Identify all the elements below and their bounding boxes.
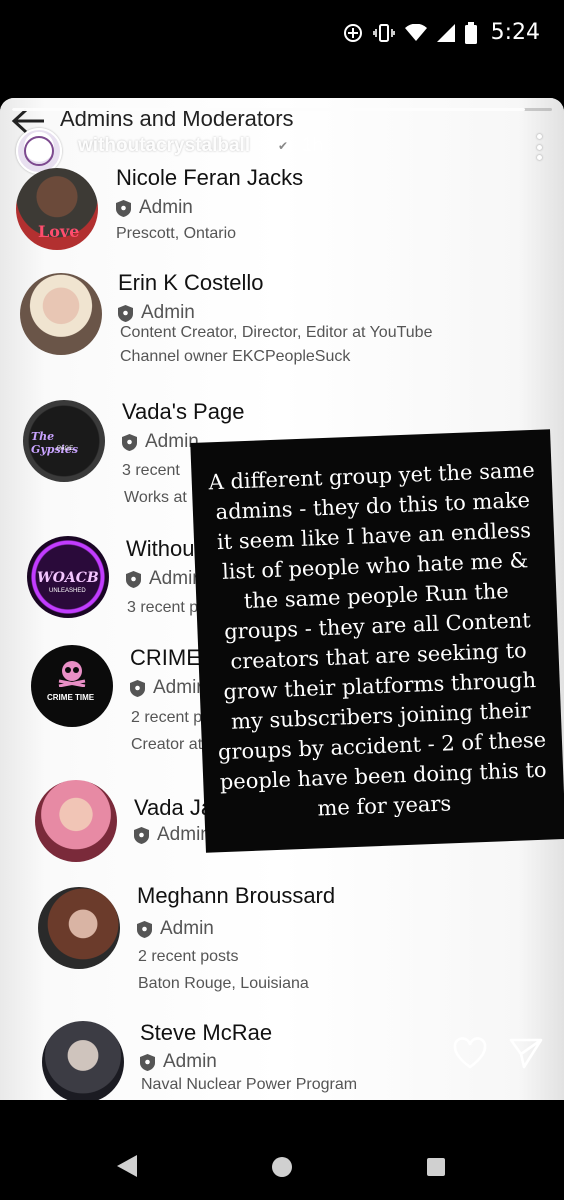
story-caption: A different group yet the same admins - … xyxy=(190,429,564,853)
avatar xyxy=(20,273,102,355)
avatar xyxy=(35,780,117,862)
status-time: 5:24 xyxy=(490,20,540,45)
home-icon[interactable] xyxy=(272,1157,292,1177)
shield-icon xyxy=(137,920,152,938)
avatar: The Gypsies PAGE xyxy=(23,400,105,482)
shield-icon xyxy=(122,433,137,451)
shield-icon xyxy=(134,826,149,844)
back-icon[interactable] xyxy=(117,1155,137,1177)
admin-meta: Prescott, Ontario xyxy=(116,225,237,242)
more-options-icon[interactable] xyxy=(534,134,544,160)
caption-text: A different group yet the same admins - … xyxy=(208,457,547,821)
admin-meta: 3 recent xyxy=(122,462,180,479)
admin-name[interactable]: Nicole Feran Jacks xyxy=(116,165,303,191)
avatar: CRIME TIME xyxy=(31,645,113,727)
avatar-caption: UNLEASHED xyxy=(49,588,86,594)
shield-icon xyxy=(118,304,133,322)
admin-name[interactable]: Vada's Page xyxy=(122,399,244,425)
shield-icon xyxy=(130,679,145,697)
avatar-caption: WOACB xyxy=(37,570,99,586)
admin-meta: Channel owner EKCPeopleSuck xyxy=(120,348,351,365)
story-username[interactable]: withoutacrystalball xyxy=(78,135,250,157)
shield-icon xyxy=(140,1053,155,1071)
admin-name[interactable]: Vada Ja xyxy=(134,795,213,821)
admin-meta: Baton Rouge, Louisiana xyxy=(138,975,309,992)
admin-role: Admin xyxy=(137,918,214,940)
send-icon[interactable] xyxy=(508,1036,544,1070)
avatar: WOACB UNLEASHED xyxy=(27,536,109,618)
avatar-caption: PAGE xyxy=(57,446,74,452)
story-viewer[interactable]: Admins and Moderators withoutacrystalbal… xyxy=(0,98,564,1100)
admin-meta: 3 recent p xyxy=(127,599,199,616)
admin-meta: 2 recent p xyxy=(131,709,203,726)
admin-meta: Creator at xyxy=(131,736,203,753)
avatar: Love xyxy=(16,168,98,250)
admin-role: Admin xyxy=(116,197,193,219)
vibrate-icon xyxy=(372,23,395,42)
avatar-caption: CRIME TIME xyxy=(47,693,95,702)
admin-meta: Works at xyxy=(124,489,187,506)
admin-name[interactable]: Erin K Costello xyxy=(118,270,264,296)
avatar xyxy=(38,887,120,969)
admin-name[interactable]: Steve McRae xyxy=(140,1020,272,1046)
admin-role: Admin xyxy=(134,824,211,846)
admin-role: Admin xyxy=(130,677,207,699)
admin-role: Admin xyxy=(126,568,203,590)
admin-role: Admin xyxy=(140,1051,217,1073)
admin-role: Admin xyxy=(118,302,195,324)
admin-name[interactable]: Meghann Broussard xyxy=(137,883,335,909)
verified-icon: ✔ xyxy=(274,137,292,155)
battery-icon xyxy=(464,21,477,44)
admin-meta: Naval Nuclear Power Program xyxy=(141,1076,358,1093)
data-saver-icon xyxy=(343,23,362,42)
story-progress-bar xyxy=(12,108,552,111)
skull-icon xyxy=(58,661,86,687)
status-bar: 5:24 xyxy=(0,0,564,70)
admin-meta: Content Creator, Director, Editor at You… xyxy=(120,324,433,341)
avatar xyxy=(42,1021,124,1100)
signal-icon xyxy=(436,23,455,42)
navigation-bar xyxy=(0,1100,564,1200)
story-time: 1h xyxy=(302,135,324,156)
avatar-caption: Love xyxy=(38,222,80,241)
avatar-caption: The Gypsies xyxy=(31,430,79,456)
heart-icon[interactable] xyxy=(452,1036,488,1070)
admin-role: Admin xyxy=(122,431,199,453)
shield-icon xyxy=(126,570,141,588)
shield-icon xyxy=(116,199,131,217)
admin-meta: 2 recent posts xyxy=(138,948,239,965)
wifi-icon xyxy=(404,23,427,41)
admin-name[interactable]: Without xyxy=(126,536,201,562)
recents-icon[interactable] xyxy=(427,1158,445,1176)
